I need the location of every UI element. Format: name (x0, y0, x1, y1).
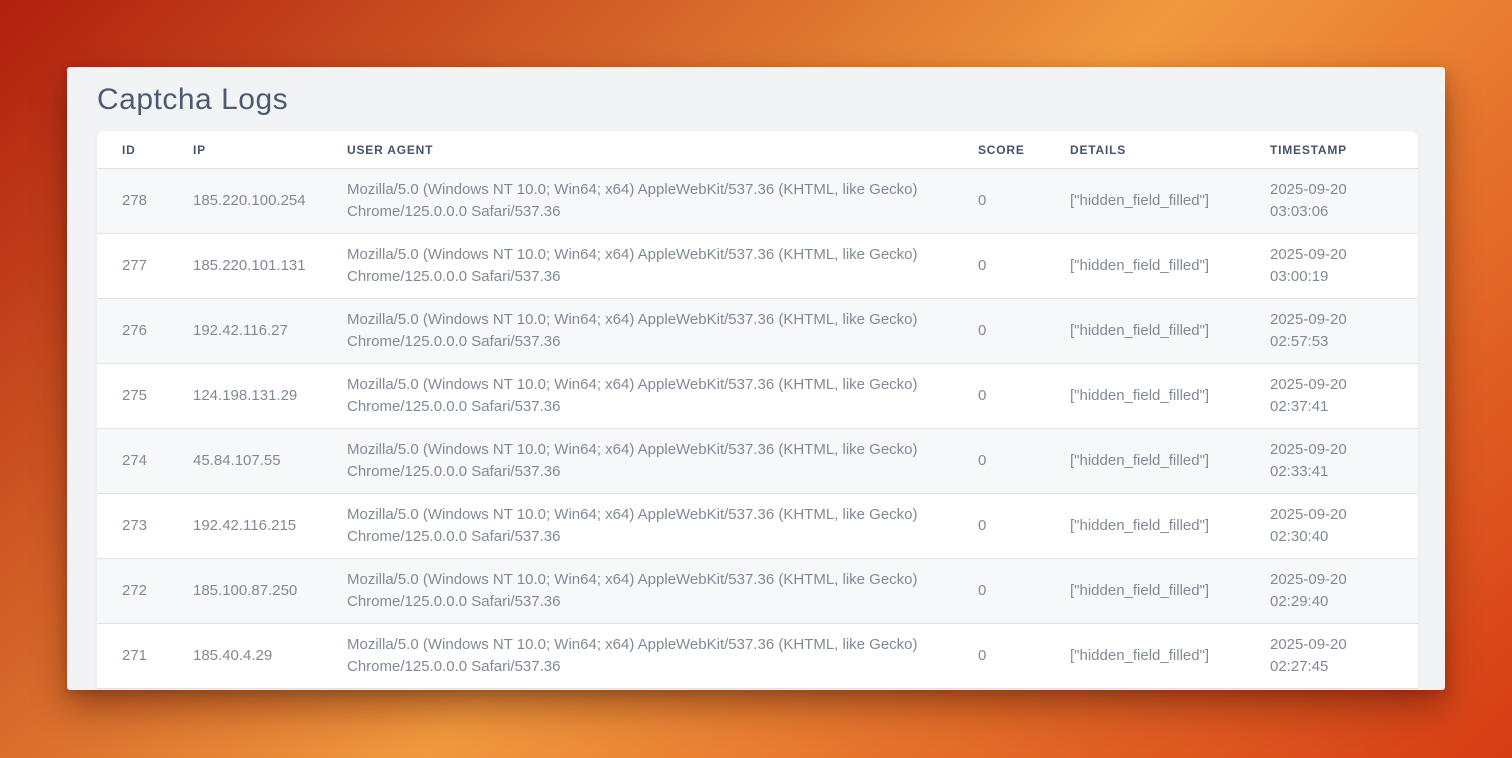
cell-ip: 185.220.101.131 (168, 234, 322, 299)
cell-details: ["hidden_field_filled"] (1045, 299, 1245, 364)
table-row: 276192.42.116.27Mozilla/5.0 (Windows NT … (97, 299, 1418, 364)
cell-score: 0 (953, 234, 1045, 299)
cell-ip: 124.198.131.29 (168, 364, 322, 429)
cell-id: 277 (97, 234, 168, 299)
cell-id: 278 (97, 169, 168, 234)
cell-user-agent: Mozilla/5.0 (Windows NT 10.0; Win64; x64… (322, 169, 953, 234)
table-row: 278185.220.100.254Mozilla/5.0 (Windows N… (97, 169, 1418, 234)
table-row: 277185.220.101.131Mozilla/5.0 (Windows N… (97, 234, 1418, 299)
table-row: 271185.40.4.29Mozilla/5.0 (Windows NT 10… (97, 624, 1418, 689)
cell-score: 0 (953, 559, 1045, 624)
table-row: 275124.198.131.29Mozilla/5.0 (Windows NT… (97, 364, 1418, 429)
cell-score: 0 (953, 624, 1045, 689)
cell-ip: 192.42.116.27 (168, 299, 322, 364)
cell-timestamp: 2025-09-20 02:37:41 (1245, 364, 1418, 429)
cell-id: 274 (97, 429, 168, 494)
cell-user-agent: Mozilla/5.0 (Windows NT 10.0; Win64; x64… (322, 429, 953, 494)
table-body: 278185.220.100.254Mozilla/5.0 (Windows N… (97, 169, 1418, 689)
cell-score: 0 (953, 494, 1045, 559)
cell-timestamp: 2025-09-20 02:29:40 (1245, 559, 1418, 624)
cell-ip: 185.220.100.254 (168, 169, 322, 234)
table-container: IDIPUSER AGENTSCOREDETAILSTIMESTAMP 2781… (97, 131, 1418, 689)
column-header-id: ID (97, 131, 168, 169)
cell-ip: 185.100.87.250 (168, 559, 322, 624)
cell-id: 273 (97, 494, 168, 559)
cell-id: 271 (97, 624, 168, 689)
cell-id: 275 (97, 364, 168, 429)
cell-details: ["hidden_field_filled"] (1045, 234, 1245, 299)
table-header: IDIPUSER AGENTSCOREDETAILSTIMESTAMP (97, 131, 1418, 169)
cell-timestamp: 2025-09-20 03:03:06 (1245, 169, 1418, 234)
cell-user-agent: Mozilla/5.0 (Windows NT 10.0; Win64; x64… (322, 299, 953, 364)
column-header-ip: IP (168, 131, 322, 169)
cell-ip: 185.40.4.29 (168, 624, 322, 689)
cell-ip: 192.42.116.215 (168, 494, 322, 559)
cell-user-agent: Mozilla/5.0 (Windows NT 10.0; Win64; x64… (322, 364, 953, 429)
cell-details: ["hidden_field_filled"] (1045, 429, 1245, 494)
cell-details: ["hidden_field_filled"] (1045, 559, 1245, 624)
column-header-details: DETAILS (1045, 131, 1245, 169)
cell-details: ["hidden_field_filled"] (1045, 494, 1245, 559)
cell-score: 0 (953, 364, 1045, 429)
cell-details: ["hidden_field_filled"] (1045, 364, 1245, 429)
table-row: 272185.100.87.250Mozilla/5.0 (Windows NT… (97, 559, 1418, 624)
desktop-background: { "page": { "title": "Captcha Logs" }, "… (0, 0, 1512, 758)
cell-timestamp: 2025-09-20 02:33:41 (1245, 429, 1418, 494)
cell-score: 0 (953, 429, 1045, 494)
cell-ip: 45.84.107.55 (168, 429, 322, 494)
cell-timestamp: 2025-09-20 02:27:45 (1245, 624, 1418, 689)
cell-user-agent: Mozilla/5.0 (Windows NT 10.0; Win64; x64… (322, 234, 953, 299)
table-row: 273192.42.116.215Mozilla/5.0 (Windows NT… (97, 494, 1418, 559)
cell-score: 0 (953, 299, 1045, 364)
cell-details: ["hidden_field_filled"] (1045, 624, 1245, 689)
captcha-logs-card: Captcha Logs IDIPUSER AGENTSCOREDETAILST… (67, 67, 1445, 690)
column-header-timestamp: TIMESTAMP (1245, 131, 1418, 169)
captcha-logs-table: IDIPUSER AGENTSCOREDETAILSTIMESTAMP 2781… (97, 131, 1418, 689)
cell-id: 276 (97, 299, 168, 364)
column-header-user-agent: USER AGENT (322, 131, 953, 169)
page-title: Captcha Logs (97, 83, 1418, 116)
cell-timestamp: 2025-09-20 03:00:19 (1245, 234, 1418, 299)
cell-user-agent: Mozilla/5.0 (Windows NT 10.0; Win64; x64… (322, 494, 953, 559)
cell-timestamp: 2025-09-20 02:57:53 (1245, 299, 1418, 364)
cell-id: 272 (97, 559, 168, 624)
cell-user-agent: Mozilla/5.0 (Windows NT 10.0; Win64; x64… (322, 559, 953, 624)
cell-timestamp: 2025-09-20 02:30:40 (1245, 494, 1418, 559)
column-header-score: SCORE (953, 131, 1045, 169)
cell-details: ["hidden_field_filled"] (1045, 169, 1245, 234)
table-head-row: IDIPUSER AGENTSCOREDETAILSTIMESTAMP (97, 131, 1418, 169)
cell-score: 0 (953, 169, 1045, 234)
cell-user-agent: Mozilla/5.0 (Windows NT 10.0; Win64; x64… (322, 624, 953, 689)
table-row: 27445.84.107.55Mozilla/5.0 (Windows NT 1… (97, 429, 1418, 494)
